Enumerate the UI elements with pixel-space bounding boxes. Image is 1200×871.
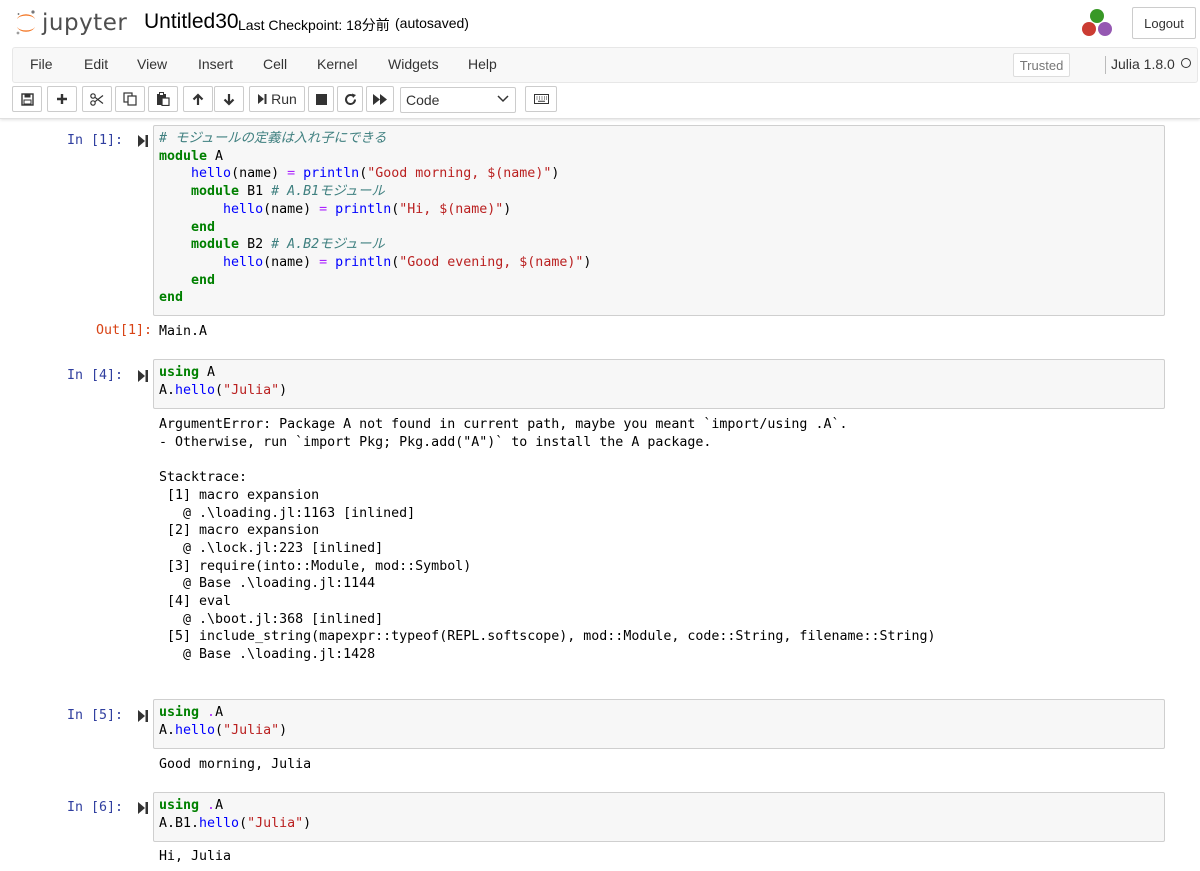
code-line: # モジュールの定義は入れ子にできる bbox=[159, 131, 387, 146]
restart-icon bbox=[344, 93, 356, 105]
cell-output: Good morning, Julia bbox=[159, 757, 312, 772]
paste-icon bbox=[157, 92, 170, 106]
run-cell-icon[interactable] bbox=[137, 802, 149, 814]
chevron-down-icon bbox=[497, 95, 509, 103]
menu-insert[interactable]: Insert bbox=[198, 56, 233, 72]
run-icon bbox=[258, 94, 267, 104]
notebook-area: In [1]: # モジュールの定義は入れ子にできる module A hell… bbox=[0, 119, 1200, 871]
julia-logo-icon bbox=[1082, 9, 1112, 36]
paste-button[interactable] bbox=[148, 86, 178, 112]
run-cell-icon[interactable] bbox=[137, 370, 149, 382]
fast-forward-icon bbox=[373, 93, 387, 105]
restart-button[interactable] bbox=[337, 86, 363, 112]
run-label: Run bbox=[271, 91, 297, 107]
menu-cell[interactable]: Cell bbox=[263, 56, 287, 72]
copy-icon bbox=[123, 92, 137, 106]
kernel-idle-icon bbox=[1181, 58, 1191, 68]
jupyter-logo-icon bbox=[16, 10, 35, 35]
arrow-down-icon bbox=[223, 93, 235, 106]
menu-widgets[interactable]: Widgets bbox=[388, 56, 439, 72]
move-down-button[interactable] bbox=[214, 86, 244, 112]
keyboard-icon bbox=[533, 94, 549, 104]
jupyter-logo[interactable]: jupyter bbox=[14, 6, 127, 40]
interrupt-button[interactable] bbox=[308, 86, 334, 112]
cell-type-select[interactable]: Code bbox=[400, 87, 516, 113]
header: jupyter Untitled30 Last Checkpoint: 18分前… bbox=[0, 0, 1200, 119]
cell-input[interactable]: # モジュールの定義は入れ子にできる module A hello(name) … bbox=[153, 125, 1165, 316]
cell-type-value: Code bbox=[406, 92, 440, 108]
cell-output-error: ArgumentError: Package A not found in cu… bbox=[159, 417, 936, 663]
restart-run-all-button[interactable] bbox=[366, 86, 394, 112]
autosave-status: (autosaved) bbox=[395, 15, 469, 31]
input-prompt: In [4]: bbox=[67, 368, 124, 383]
kernel-name[interactable]: Julia 1.8.0 bbox=[1111, 56, 1175, 72]
insert-cell-button[interactable] bbox=[47, 86, 77, 112]
checkpoint-status: Last Checkpoint: 18分前 bbox=[238, 17, 390, 33]
save-icon bbox=[20, 92, 34, 106]
run-cell-icon[interactable] bbox=[137, 135, 149, 147]
menu-edit[interactable]: Edit bbox=[84, 56, 108, 72]
menubar: File Edit View Insert Cell Kernel Widget… bbox=[12, 47, 1198, 83]
menu-kernel[interactable]: Kernel bbox=[317, 56, 357, 72]
command-palette-button[interactable] bbox=[525, 86, 557, 112]
save-button[interactable] bbox=[12, 86, 42, 112]
run-cell-icon[interactable] bbox=[137, 710, 149, 722]
move-up-button[interactable] bbox=[183, 86, 213, 112]
cell-input[interactable]: using .A A.B1.hello("Julia") bbox=[153, 792, 1165, 842]
stop-icon bbox=[315, 93, 327, 105]
cut-icon bbox=[90, 92, 104, 106]
menu-help[interactable]: Help bbox=[468, 56, 497, 72]
input-prompt: In [6]: bbox=[67, 800, 124, 815]
plus-icon bbox=[57, 94, 67, 104]
menu-view[interactable]: View bbox=[137, 56, 167, 72]
output-prompt: Out[1]: bbox=[96, 323, 153, 338]
notebook-title[interactable]: Untitled30 bbox=[144, 10, 239, 34]
input-prompt: In [1]: bbox=[67, 133, 124, 148]
trusted-indicator[interactable]: Trusted bbox=[1013, 53, 1070, 77]
cell-output: Hi, Julia bbox=[159, 849, 232, 864]
cut-button[interactable] bbox=[82, 86, 112, 112]
logout-button[interactable]: Logout bbox=[1132, 7, 1196, 39]
kernel-divider bbox=[1105, 56, 1106, 74]
cell-output: Main.A bbox=[159, 324, 208, 339]
arrow-up-icon bbox=[192, 92, 204, 105]
run-button[interactable]: Run bbox=[249, 86, 305, 112]
copy-button[interactable] bbox=[115, 86, 145, 112]
input-prompt: In [5]: bbox=[67, 708, 124, 723]
cell-input[interactable]: using A A.hello("Julia") bbox=[153, 359, 1165, 409]
jupyter-wordmark: jupyter bbox=[42, 10, 128, 36]
cell-input[interactable]: using .A A.hello("Julia") bbox=[153, 699, 1165, 749]
menu-file[interactable]: File bbox=[30, 56, 53, 72]
